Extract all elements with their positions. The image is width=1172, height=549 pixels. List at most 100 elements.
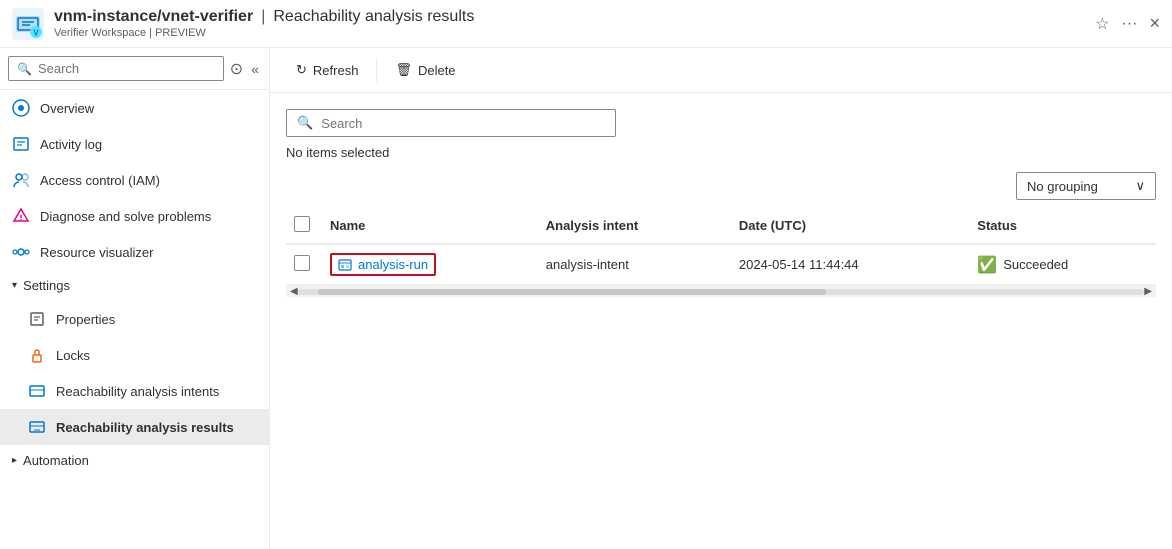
grouping-chevron-icon: ∨: [1135, 178, 1145, 194]
main-layout: 🔍 ⊙ « Overview Activity log: [0, 48, 1172, 549]
sidebar-item-reachability-intents[interactable]: Reachability analysis intents: [0, 373, 269, 409]
refresh-button[interactable]: ↻ Refresh: [286, 56, 368, 84]
filter-search-box[interactable]: 🔍: [286, 109, 616, 137]
content-inner: 🔍 No items selected No grouping ∨: [270, 93, 1172, 549]
table-row: analysis-run analysis-intent 2024-05-14 …: [286, 244, 1156, 285]
sidebar-item-overview[interactable]: Overview: [0, 90, 269, 126]
sidebar-item-reachability-intents-label: Reachability analysis intents: [56, 384, 219, 399]
delete-button[interactable]: 🗑 Delete: [385, 56, 465, 84]
col-header-name: Name: [318, 208, 534, 244]
locks-icon: [28, 346, 46, 364]
sidebar-item-iam-label: Access control (IAM): [40, 173, 160, 188]
filter-search-input[interactable]: [321, 116, 605, 131]
horizontal-scrollbar[interactable]: ◀ ▶: [286, 285, 1156, 297]
favorite-star-icon[interactable]: ☆: [1095, 14, 1109, 34]
grouping-dropdown[interactable]: No grouping ∨: [1016, 172, 1156, 200]
resource-icon: V: [12, 8, 44, 40]
filter-search-icon: 🔍: [297, 115, 313, 131]
page-title: Reachability analysis results: [273, 8, 474, 26]
delete-icon: 🗑: [395, 62, 412, 78]
reachability-intents-icon: [28, 382, 46, 400]
title-separator: |: [261, 8, 265, 26]
filter-row: 🔍: [286, 109, 1156, 137]
col-header-status: Status: [965, 208, 1156, 244]
table-header-row: Name Analysis intent Date (UTC) Status: [286, 208, 1156, 244]
analysis-run-link[interactable]: analysis-run: [330, 253, 436, 276]
toolbar: ↻ Refresh 🗑 Delete: [270, 48, 1172, 93]
sidebar-search-input[interactable]: [38, 61, 215, 76]
succeeded-check-icon: ✅: [977, 255, 997, 275]
scroll-right-icon[interactable]: ▶: [1144, 286, 1152, 297]
sidebar-item-overview-label: Overview: [40, 101, 94, 116]
sidebar-item-diagnose-label: Diagnose and solve problems: [40, 209, 211, 224]
select-all-checkbox-header[interactable]: [286, 208, 318, 244]
pin-icon[interactable]: ⊙: [228, 57, 245, 81]
scroll-track[interactable]: [298, 289, 1145, 295]
sidebar-item-locks[interactable]: Locks: [0, 337, 269, 373]
toolbar-divider: [376, 58, 377, 82]
status-label: Succeeded: [1003, 257, 1068, 272]
svg-text:V: V: [33, 28, 39, 37]
sidebar-item-locks-label: Locks: [56, 348, 90, 363]
refresh-icon: ↻: [296, 62, 307, 78]
settings-chevron-icon: ▾: [12, 280, 17, 291]
activity-log-icon: [12, 135, 30, 153]
sidebar-item-diagnose[interactable]: Diagnose and solve problems: [0, 198, 269, 234]
sidebar-item-activity-log[interactable]: Activity log: [0, 126, 269, 162]
title-bar: V vnm-instance/vnet-verifier | Reachabil…: [0, 0, 1172, 48]
settings-section-header[interactable]: ▾ Settings: [0, 270, 269, 301]
refresh-label: Refresh: [313, 63, 359, 78]
sidebar-search-row: 🔍 ⊙ «: [0, 48, 269, 90]
grouping-row: No grouping ∨: [286, 172, 1156, 200]
sidebar: 🔍 ⊙ « Overview Activity log: [0, 48, 270, 549]
delete-label: Delete: [418, 63, 456, 78]
sidebar-item-iam[interactable]: Access control (IAM): [0, 162, 269, 198]
col-header-date: Date (UTC): [727, 208, 965, 244]
scroll-left-icon[interactable]: ◀: [290, 286, 298, 297]
overview-icon: [12, 99, 30, 117]
reachability-results-icon: [28, 418, 46, 436]
visualizer-icon: [12, 243, 30, 261]
resource-subtitle: Verifier Workspace | PREVIEW: [54, 27, 1095, 39]
sidebar-item-properties[interactable]: Properties: [0, 301, 269, 337]
row-name-cell: analysis-run: [318, 244, 534, 285]
sidebar-item-visualizer[interactable]: Resource visualizer: [0, 234, 269, 270]
resource-path: vnm-instance/vnet-verifier: [54, 8, 253, 26]
col-header-intent: Analysis intent: [534, 208, 727, 244]
sidebar-item-visualizer-label: Resource visualizer: [40, 245, 153, 260]
automation-section-label: Automation: [23, 453, 89, 468]
scroll-thumb[interactable]: [318, 289, 826, 295]
automation-section-header[interactable]: ▸ Automation: [0, 445, 269, 476]
sidebar-item-reachability-results-label: Reachability analysis results: [56, 420, 234, 435]
row-status-cell: ✅ Succeeded: [965, 244, 1156, 285]
title-bar-actions: ☆ ··· ×: [1095, 13, 1160, 34]
collapse-sidebar-icon[interactable]: «: [249, 59, 261, 79]
content-area: ↻ Refresh 🗑 Delete 🔍 No items selected: [270, 48, 1172, 549]
select-all-checkbox[interactable]: [294, 216, 310, 232]
row-date-cell: 2024-05-14 11:44:44: [727, 244, 965, 285]
sidebar-search-icon: 🔍: [17, 62, 32, 76]
analysis-intent-value: analysis-intent: [546, 257, 629, 272]
grouping-label: No grouping: [1027, 179, 1098, 194]
row-checkbox[interactable]: [294, 255, 310, 271]
no-items-text: No items selected: [286, 145, 389, 160]
sidebar-search-box[interactable]: 🔍: [8, 56, 224, 81]
automation-chevron-icon: ▸: [12, 455, 17, 466]
sidebar-item-reachability-results[interactable]: Reachability analysis results: [0, 409, 269, 445]
close-icon[interactable]: ×: [1149, 13, 1160, 34]
properties-icon: [28, 310, 46, 328]
results-table: Name Analysis intent Date (UTC) Status: [286, 208, 1156, 285]
iam-icon: [12, 171, 30, 189]
row-item-icon: [338, 258, 352, 272]
row-intent-cell: analysis-intent: [534, 244, 727, 285]
sidebar-nav: Overview Activity log Access control (IA…: [0, 90, 269, 549]
diagnose-icon: [12, 207, 30, 225]
sidebar-item-activity-log-label: Activity log: [40, 137, 102, 152]
more-options-icon[interactable]: ···: [1122, 15, 1138, 33]
no-items-selected: No items selected: [286, 145, 1156, 160]
analysis-run-name: analysis-run: [358, 257, 428, 272]
status-succeeded: ✅ Succeeded: [977, 255, 1144, 275]
settings-section-label: Settings: [23, 278, 70, 293]
sidebar-item-properties-label: Properties: [56, 312, 115, 327]
row-checkbox-cell[interactable]: [286, 244, 318, 285]
